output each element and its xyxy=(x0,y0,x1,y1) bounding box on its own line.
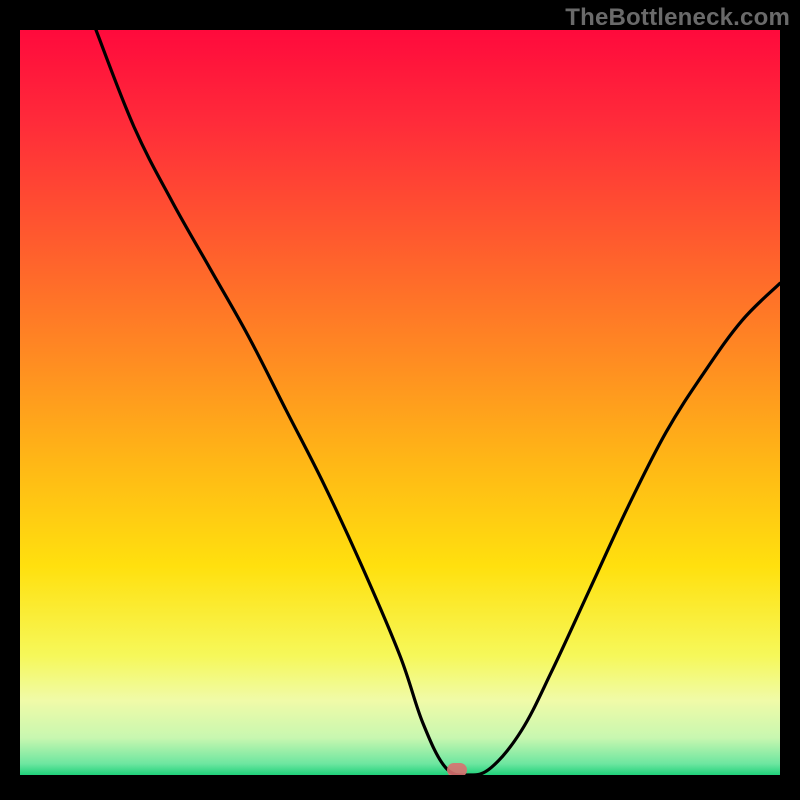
chart-frame: TheBottleneck.com xyxy=(0,0,800,800)
plot-area xyxy=(20,30,780,775)
watermark-text: TheBottleneck.com xyxy=(565,4,790,32)
gradient-background xyxy=(20,30,780,775)
plot-svg xyxy=(20,30,780,775)
